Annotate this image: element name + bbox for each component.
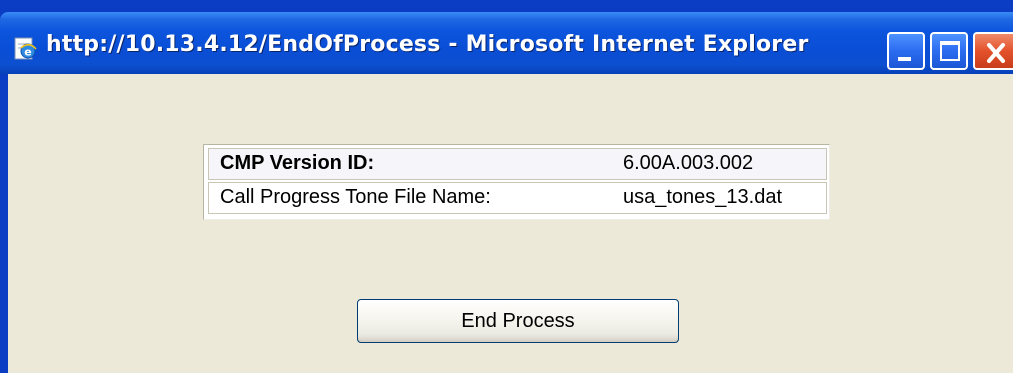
minimize-icon bbox=[898, 57, 911, 61]
maximize-button[interactable] bbox=[930, 32, 968, 70]
end-process-button[interactable]: End Process bbox=[357, 299, 679, 343]
cmp-version-value: 6.00A.003.002 bbox=[623, 152, 754, 174]
close-button[interactable] bbox=[973, 32, 1013, 70]
title-bar[interactable]: e http://10.13.4.12/EndOfProcess - Micro… bbox=[0, 12, 1013, 74]
window-title: http://10.13.4.12/EndOfProcess - Microso… bbox=[46, 32, 809, 57]
close-icon bbox=[987, 43, 1005, 63]
browser-window: e http://10.13.4.12/EndOfProcess - Micro… bbox=[0, 0, 1013, 373]
tone-file-label: Call Progress Tone File Name: bbox=[220, 186, 491, 208]
maximize-icon bbox=[940, 41, 960, 61]
tone-file-value: usa_tones_13.dat bbox=[623, 186, 783, 208]
svg-text:e: e bbox=[24, 46, 31, 59]
cmp-version-label: CMP Version ID: bbox=[220, 152, 375, 174]
minimize-button[interactable] bbox=[887, 32, 925, 70]
table-row: Call Progress Tone File Name: usa_tones_… bbox=[208, 182, 827, 214]
version-info-table: CMP Version ID: 6.00A.003.002 Call Progr… bbox=[203, 144, 830, 220]
ie-page-icon: e bbox=[14, 37, 37, 60]
table-row: CMP Version ID: 6.00A.003.002 bbox=[208, 148, 827, 180]
